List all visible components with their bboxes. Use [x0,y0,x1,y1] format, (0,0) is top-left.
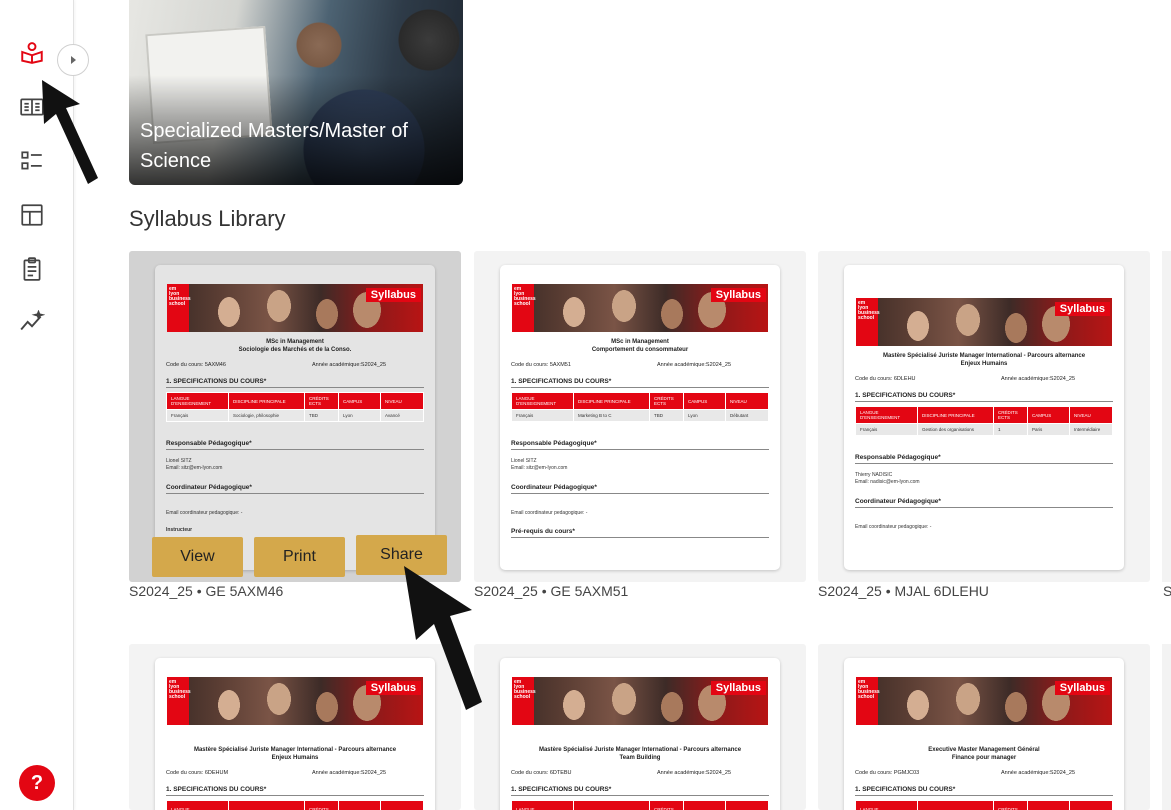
layout-icon[interactable] [19,202,45,228]
syllabus-card-partial[interactable] [1162,644,1171,810]
syllabus-preview: em lyon business school Syllabus Mastère Spé… [844,265,1124,570]
program-hero-card[interactable]: Specialized Masters/Master of Science [129,0,463,185]
syllabus-banner: em lyon business school Syllabus [512,284,768,332]
syllabus-card[interactable]: em lyon business school Syllabus MSc in Mana… [474,251,806,582]
course-spec-table: LANGUE D'ENSEIGNEMENT DISCIPLINE PRINCIPA… [511,392,769,422]
card-caption-partial: S [1163,583,1171,599]
analytics-icon[interactable] [19,310,45,336]
course-spec-table: LANGUE D'ENSEIGNEMENT DISCIPLINE PRINCIPA… [855,406,1113,436]
syllabus-card[interactable]: em lyon business school Syllabus Executive M… [818,644,1150,810]
syllabus-banner: em lyon business school Syllabus [167,677,423,725]
syllabus-preview: em lyon business school Syllabus MSc in Mana… [155,265,435,570]
open-book-icon[interactable] [19,94,45,120]
chevron-right-icon [71,56,76,64]
section-title: Syllabus Library [129,206,286,231]
help-button[interactable]: ? [19,765,55,801]
card-caption: S2024_25 • GE 5AXM51 [474,583,629,599]
syllabus-card-partial[interactable] [1162,251,1171,582]
card-caption: S2024_25 • GE 5AXM46 [129,583,284,599]
syllabus-banner: em lyon business school Syllabus [167,284,423,332]
syllabus-card[interactable]: em lyon business school Syllabus Mastère Spé… [129,644,461,810]
syllabus-card[interactable]: em lyon business school Syllabus Mastère Spé… [474,644,806,810]
syllabus-card[interactable]: em lyon business school Syllabus MSc in Mana… [129,251,461,582]
sidebar: ? [0,0,89,810]
syllabus-reader-icon[interactable] [19,39,45,65]
syllabus-banner: em lyon business school Syllabus [856,677,1112,725]
checklist-icon[interactable] [19,148,45,174]
clipboard-icon[interactable] [19,256,45,282]
syllabus-card[interactable]: em lyon business school Syllabus Mastère Spé… [818,251,1150,582]
view-button[interactable]: View [152,537,243,577]
course-spec-table: LANGUE D'ENSEIGNEMENT DISCIPLINE PRINCIPA… [166,392,424,422]
expand-sidebar-button[interactable] [57,44,89,76]
card-actions: View Print Share [152,535,447,577]
syllabus-preview: em lyon business school Syllabus MSc in Mana… [500,265,780,570]
syllabus-banner: em lyon business school Syllabus [512,677,768,725]
card-caption: S2024_25 • MJAL 6DLEHU [818,583,989,599]
syllabus-banner: em lyon business school Syllabus [856,298,1112,346]
print-button[interactable]: Print [254,537,345,577]
syllabus-preview: em lyon business school Syllabus Executive M… [844,658,1124,810]
syllabus-preview: em lyon business school Syllabus Mastère Spé… [155,658,435,810]
syllabus-preview: em lyon business school Syllabus Mastère Spé… [500,658,780,810]
hero-title: Specialized Masters/Master of Science [140,120,408,172]
share-button[interactable]: Share [356,535,447,575]
